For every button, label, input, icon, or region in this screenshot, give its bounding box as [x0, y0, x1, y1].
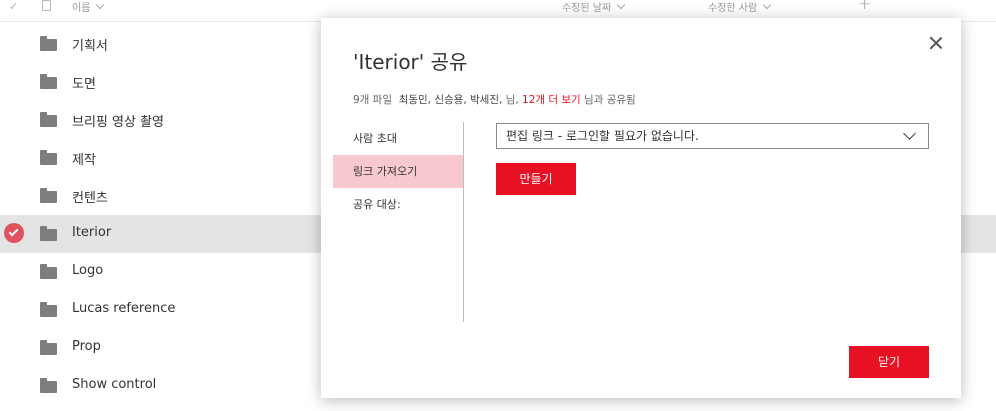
- add-column-icon[interactable]: +: [858, 0, 871, 13]
- folder-icon: [40, 150, 57, 165]
- folder-icon: [40, 264, 57, 279]
- chevron-down-icon: [903, 127, 916, 140]
- folder-icon: [40, 302, 57, 317]
- chevron-down-icon: [616, 0, 626, 10]
- column-header-name-label: 이름: [72, 3, 91, 14]
- column-header-modified[interactable]: 수정된 날짜: [562, 0, 626, 14]
- link-type-value: 편집 링크 - 로그인할 필요가 없습니다.: [506, 129, 699, 143]
- shared-tail: 님과 공유됨: [584, 94, 636, 106]
- folder-icon: [40, 188, 57, 203]
- file-name[interactable]: Show control: [72, 377, 156, 392]
- file-name[interactable]: Lucas reference: [72, 301, 175, 316]
- dialog-title: 'Iterior' 공유: [353, 50, 468, 74]
- file-type-icon: [42, 0, 51, 11]
- close-icon[interactable]: [927, 34, 945, 52]
- close-button[interactable]: 닫기: [849, 346, 929, 378]
- file-count: 9개 파일: [353, 94, 392, 106]
- create-link-button[interactable]: 만들기: [496, 163, 576, 195]
- folder-icon: [40, 74, 57, 89]
- share-dialog: 'Iterior' 공유 9개 파일 최동민, 신승용, 박세진, 님, 12개…: [321, 18, 961, 398]
- chevron-down-icon: [762, 0, 772, 10]
- nav-shared-with[interactable]: 공유 대상:: [333, 188, 463, 221]
- column-header-modified-by-label: 수정한 사람: [708, 3, 758, 14]
- link-type-select[interactable]: 편집 링크 - 로그인할 필요가 없습니다.: [496, 123, 929, 149]
- file-name[interactable]: Prop: [72, 339, 101, 354]
- column-header-name[interactable]: 이름: [72, 0, 105, 14]
- chevron-down-icon: [96, 0, 105, 10]
- file-name[interactable]: 기획서: [72, 35, 108, 54]
- file-name[interactable]: Iterior: [72, 225, 111, 240]
- file-name[interactable]: 브리핑 영상 촬영: [72, 111, 164, 130]
- nav-get-link[interactable]: 링크 가져오기: [333, 155, 463, 188]
- folder-icon: [40, 36, 57, 51]
- file-name[interactable]: 컨텐츠: [72, 187, 108, 206]
- show-more-link[interactable]: 12개 더 보기: [522, 94, 581, 106]
- column-header-modified-label: 수정된 날짜: [562, 3, 612, 14]
- shared-with-summary: 9개 파일 최동민, 신승용, 박세진, 님, 12개 더 보기 님과 공유됨: [353, 92, 636, 107]
- folder-icon: [40, 226, 57, 241]
- select-all-check-icon[interactable]: ✓: [9, 0, 18, 13]
- file-name[interactable]: 제작: [72, 149, 96, 168]
- file-name[interactable]: Logo: [72, 263, 103, 278]
- folder-icon: [40, 340, 57, 355]
- check-circle-icon[interactable]: [4, 223, 24, 243]
- nav-invite-people[interactable]: 사람 초대: [333, 122, 463, 155]
- nav-divider: [463, 122, 464, 322]
- shared-names[interactable]: 최동민, 신승용, 박세진,: [399, 94, 503, 106]
- folder-icon: [40, 378, 57, 393]
- file-name[interactable]: 도면: [72, 73, 96, 92]
- folder-icon: [40, 112, 57, 127]
- column-header-modified-by[interactable]: 수정한 사람: [708, 0, 772, 14]
- shared-suffix: 님,: [505, 94, 519, 106]
